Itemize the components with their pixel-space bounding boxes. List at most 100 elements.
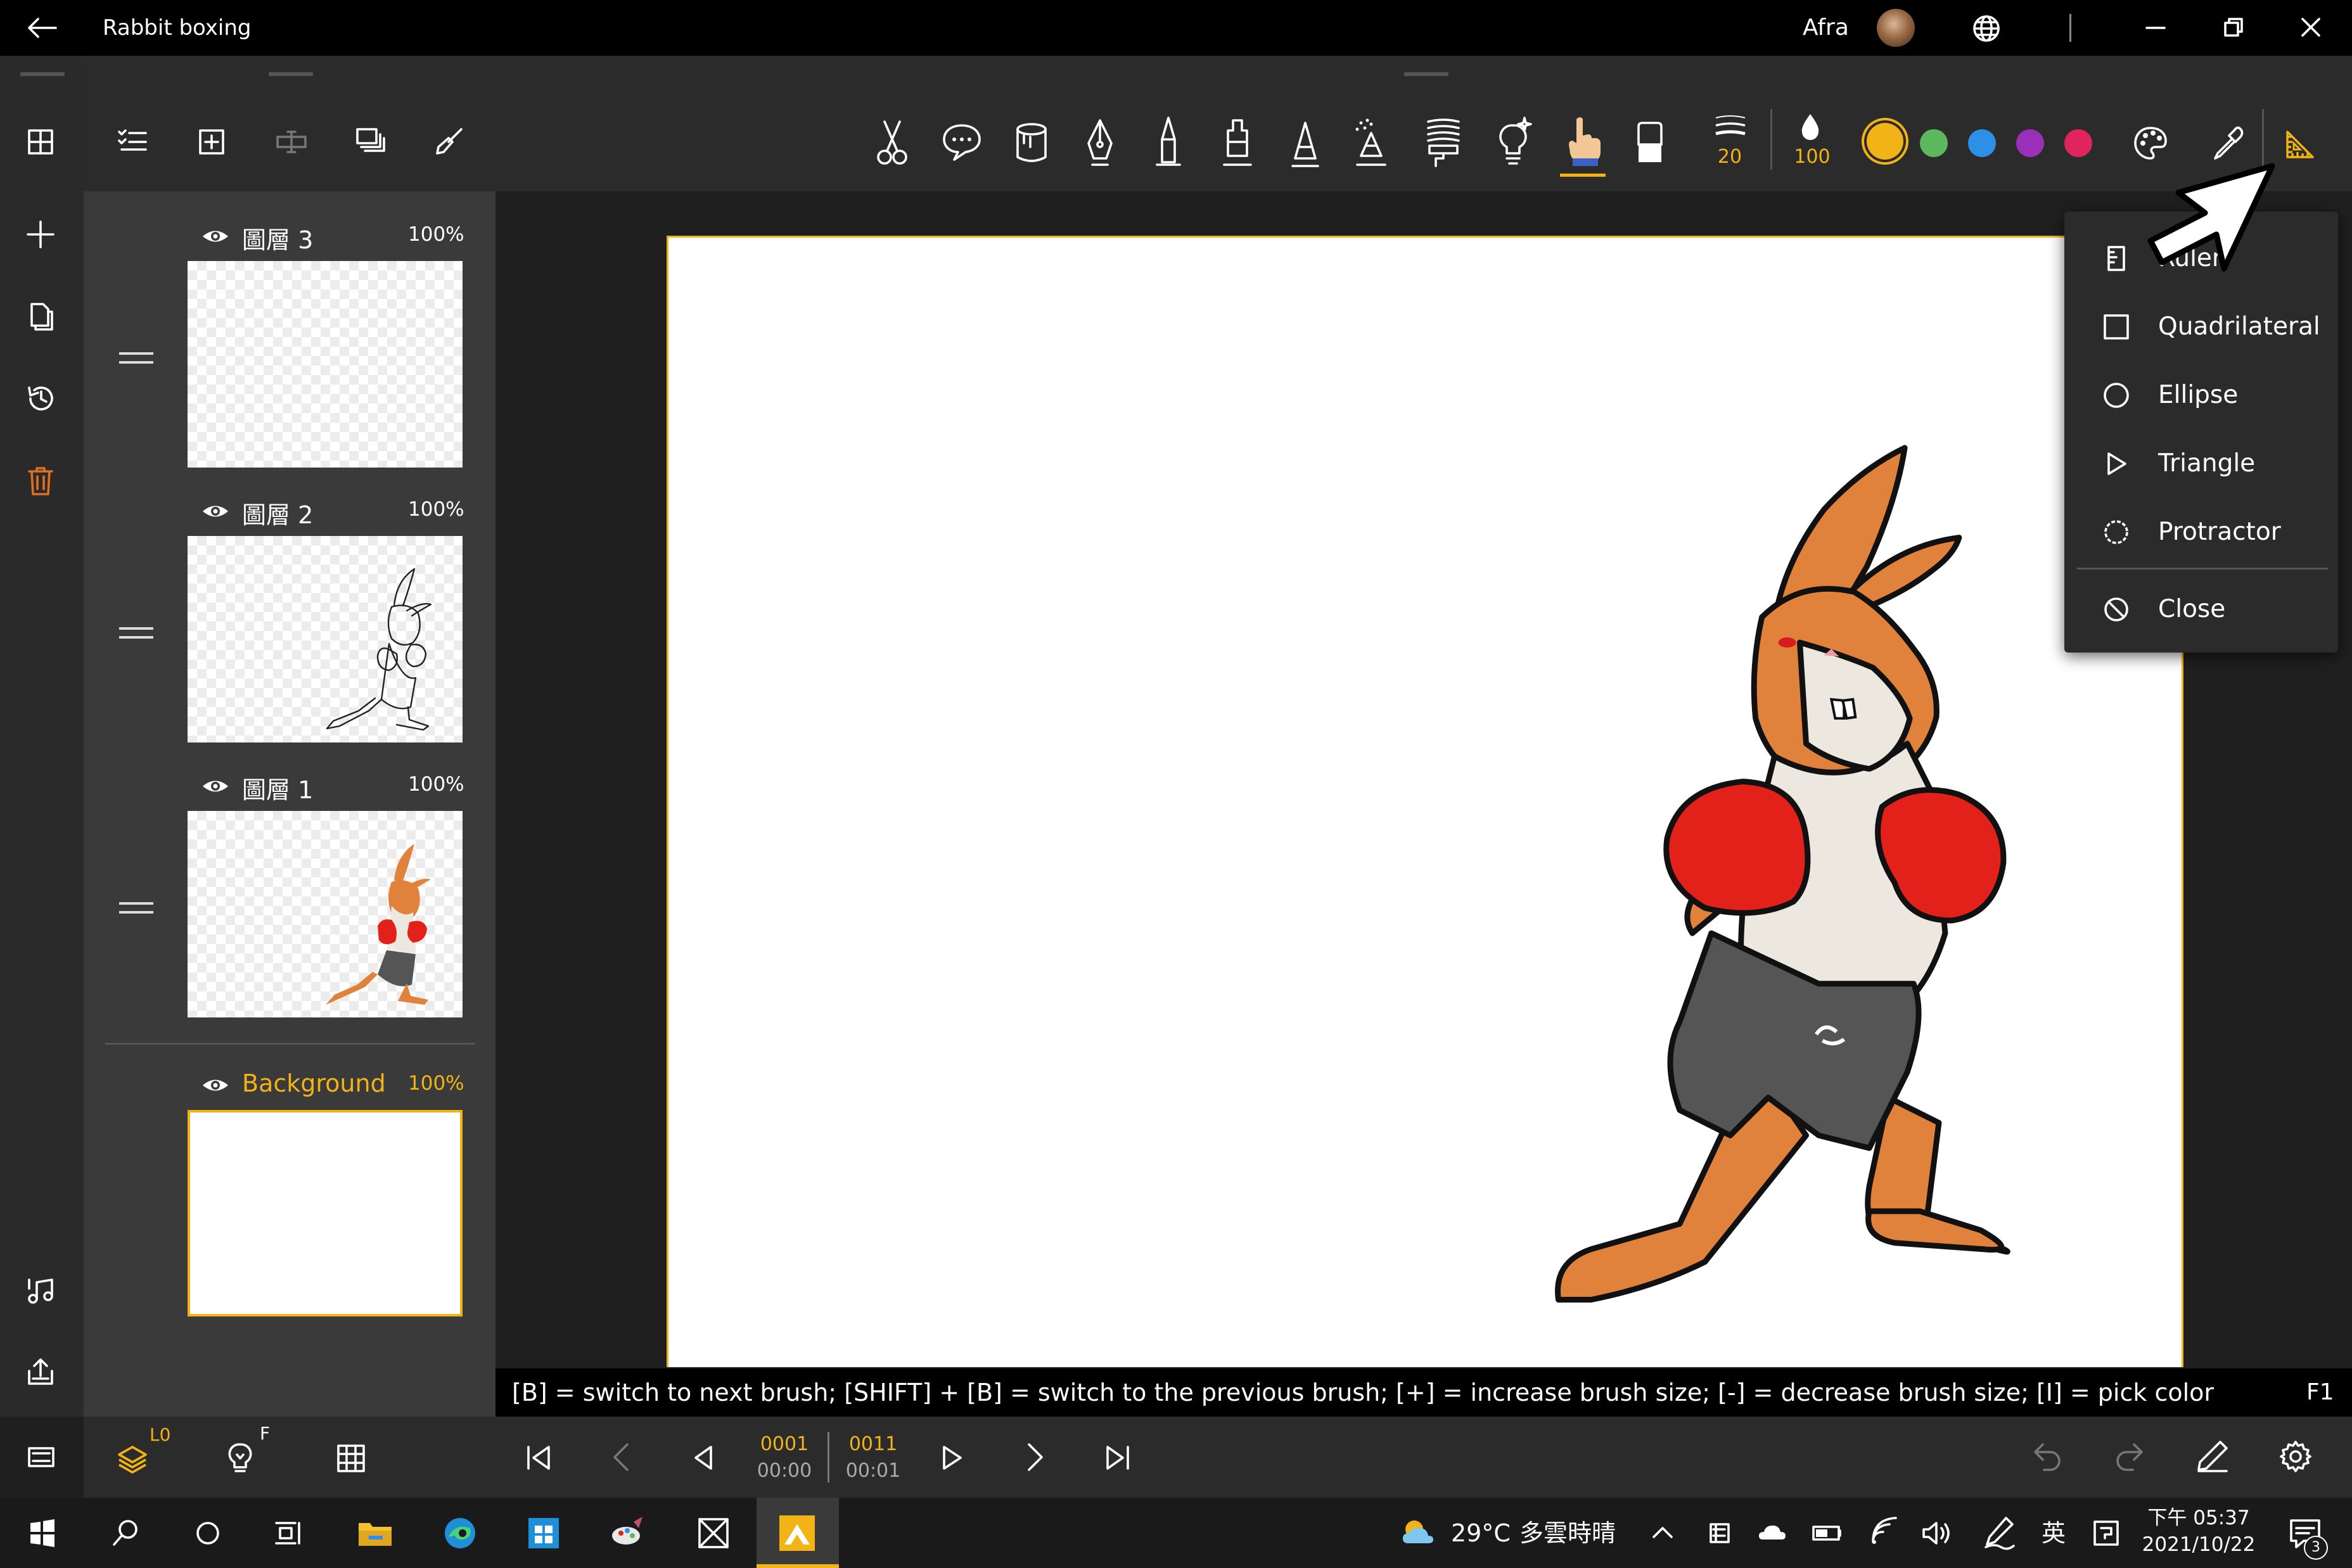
add-layer-icon[interactable] <box>196 127 227 157</box>
duplicate-icon[interactable] <box>25 300 56 333</box>
grid-icon[interactable] <box>336 1443 366 1474</box>
layer-name[interactable]: Background <box>242 1069 386 1097</box>
color-swatch-selected[interactable] <box>1867 123 1903 160</box>
paint-app-icon[interactable] <box>604 1509 653 1557</box>
drawing-canvas[interactable] <box>667 236 2183 1367</box>
visibility-eye-icon[interactable] <box>201 224 229 248</box>
layer-name[interactable]: 圖層 1 <box>242 770 313 805</box>
settings-gear-icon[interactable] <box>2278 1439 2313 1474</box>
color-swatch[interactable] <box>2064 129 2092 157</box>
layer-drag-handle[interactable] <box>119 352 153 364</box>
color-swatch[interactable] <box>1968 129 1996 157</box>
layer-opacity[interactable]: 100% <box>408 498 464 521</box>
color-swatch[interactable] <box>1920 129 1948 157</box>
clock-time[interactable]: 下午 05:37 <box>2142 1501 2256 1530</box>
gallery-grid-icon[interactable] <box>25 127 56 157</box>
onion-skin-bulb-icon[interactable] <box>226 1442 255 1476</box>
layer-thumbnail[interactable] <box>188 536 463 743</box>
menu-item-triangle[interactable]: Triangle <box>2064 430 2338 498</box>
layer-opacity[interactable]: 100% <box>408 773 464 796</box>
pencil-icon[interactable] <box>1153 114 1184 170</box>
airbrush-icon[interactable] <box>1352 117 1393 170</box>
menu-item-ellipse[interactable]: Ellipse <box>2064 361 2338 430</box>
clock-date[interactable]: 2021/10/22 <box>2135 1533 2262 1556</box>
file-explorer-icon[interactable] <box>351 1509 399 1557</box>
paint-bucket-icon[interactable] <box>1011 120 1052 166</box>
brush-size-value[interactable]: 20 <box>1704 146 1755 168</box>
clear-layer-brush-icon[interactable] <box>432 125 465 158</box>
next-chevron-icon[interactable] <box>1023 1442 1048 1472</box>
menu-item-close[interactable]: Close <box>2064 575 2338 644</box>
visibility-eye-icon[interactable] <box>201 1073 229 1097</box>
undo-icon[interactable] <box>2031 1441 2064 1474</box>
opacity-value[interactable]: 100 <box>1787 146 1838 168</box>
onedrive-cloud-icon[interactable] <box>1749 1509 1797 1557</box>
visibility-eye-icon[interactable] <box>201 774 229 798</box>
eraser-icon[interactable] <box>1635 119 1665 167</box>
color-swatch[interactable] <box>2016 129 2044 157</box>
avatar[interactable] <box>1877 9 1915 47</box>
windows-start-icon[interactable] <box>18 1509 66 1557</box>
speech-bubble-icon[interactable] <box>940 122 983 162</box>
lightbulb-icon[interactable] <box>1495 114 1533 169</box>
weather-temperature[interactable]: 29°C <box>1451 1509 1511 1557</box>
pen-edit-icon[interactable] <box>2195 1438 2230 1474</box>
layer-name[interactable]: 圖層 2 <box>242 495 313 530</box>
smudge-roller-icon[interactable] <box>1423 117 1464 170</box>
export-icon[interactable] <box>25 1357 56 1387</box>
merge-layer-icon[interactable] <box>354 125 387 158</box>
layer-name[interactable]: 圖層 3 <box>242 220 313 255</box>
first-frame-icon[interactable] <box>523 1443 555 1472</box>
layer-list-icon[interactable] <box>117 127 148 156</box>
globe-icon[interactable] <box>1972 14 2001 43</box>
restore-icon[interactable] <box>2223 16 2244 38</box>
last-frame-icon[interactable] <box>1101 1443 1133 1472</box>
back-arrow-icon[interactable] <box>24 15 60 41</box>
add-icon[interactable] <box>25 219 56 250</box>
layer-opacity[interactable]: 100% <box>408 223 464 246</box>
layers-stack-icon[interactable] <box>117 1443 148 1475</box>
input-language[interactable]: 英 <box>2042 1509 2066 1557</box>
scissors-icon[interactable] <box>874 118 910 169</box>
layer-thumbnail[interactable] <box>188 811 463 1017</box>
menu-item-protractor[interactable]: Protractor <box>2064 498 2338 566</box>
play-icon[interactable] <box>939 1443 966 1472</box>
layer-drag-handle[interactable] <box>119 902 153 914</box>
visibility-eye-icon[interactable] <box>201 499 229 523</box>
music-icon[interactable] <box>25 1276 56 1306</box>
current-frame-number[interactable]: 0001 <box>753 1433 816 1455</box>
edge-browser-icon[interactable] <box>436 1509 484 1557</box>
user-name[interactable]: Afra <box>1803 0 1849 56</box>
microsoft-store-icon[interactable] <box>520 1509 568 1557</box>
background-layer-thumbnail[interactable] <box>188 1110 463 1316</box>
drawing-app-icon[interactable] <box>773 1509 821 1557</box>
cortana-icon[interactable] <box>184 1509 232 1557</box>
menu-item-quadrilateral[interactable]: Quadrilateral <box>2064 293 2338 361</box>
battery-icon[interactable] <box>1803 1509 1851 1557</box>
brush-size-icon[interactable] <box>1713 113 1748 141</box>
layer-drag-handle[interactable] <box>119 627 153 639</box>
help-key[interactable]: F1 <box>2306 1368 2334 1417</box>
previous-chevron-icon[interactable] <box>608 1442 634 1472</box>
marker-icon[interactable] <box>1219 117 1256 170</box>
volume-icon[interactable] <box>1912 1509 1960 1557</box>
opacity-drop-icon[interactable] <box>1799 113 1821 141</box>
chevron-up-icon[interactable] <box>1639 1509 1687 1557</box>
rename-layer-icon[interactable] <box>275 127 308 157</box>
redo-icon[interactable] <box>2112 1441 2145 1474</box>
layer-thumbnail[interactable] <box>188 261 463 468</box>
previous-frame-icon[interactable] <box>689 1443 716 1472</box>
finger-smudge-icon[interactable] <box>1563 114 1604 169</box>
ime-mode-icon[interactable] <box>2082 1509 2130 1557</box>
minimize-icon[interactable] <box>2144 19 2167 37</box>
fountain-pen-icon[interactable] <box>1083 117 1116 170</box>
search-icon[interactable] <box>101 1509 150 1557</box>
calligraphy-pen-icon[interactable] <box>1289 119 1322 170</box>
meet-now-icon[interactable] <box>1696 1509 1744 1557</box>
ruler-tools-icon[interactable] <box>2284 128 2317 161</box>
history-icon[interactable] <box>25 383 57 414</box>
wifi-icon[interactable] <box>1859 1509 1907 1557</box>
pen-menu-icon[interactable] <box>1976 1509 2024 1557</box>
task-view-icon[interactable] <box>264 1509 312 1557</box>
weather-cloud-icon[interactable] <box>1394 1509 1442 1557</box>
